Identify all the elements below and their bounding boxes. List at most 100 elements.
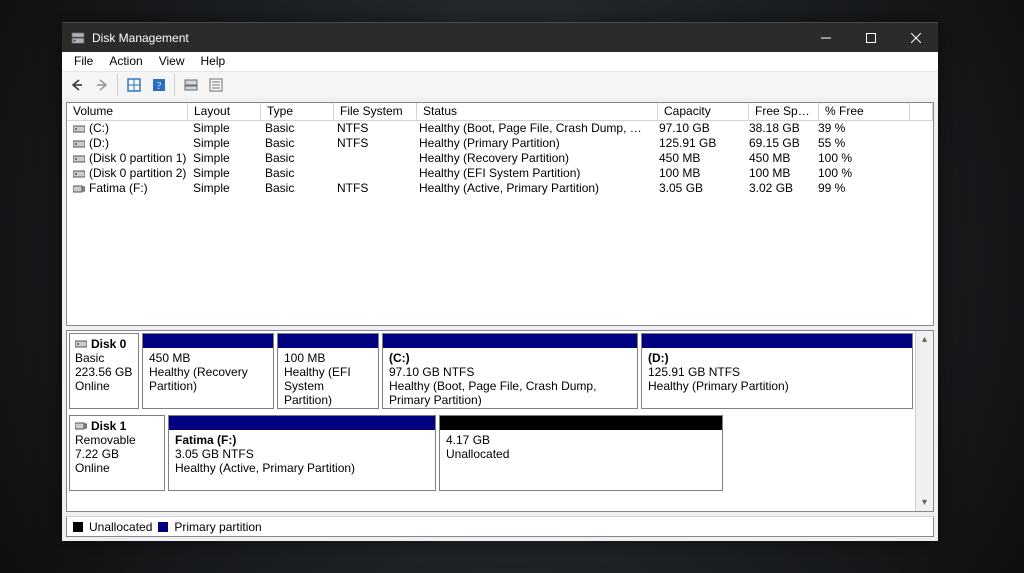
volume-list-body[interactable]: (C:)SimpleBasicNTFSHealthy (Boot, Page F… [67,121,933,325]
menu-view[interactable]: View [151,52,193,71]
forward-button[interactable] [89,73,114,97]
col-free[interactable]: Free Spa... [749,103,819,120]
cell-type: Basic [259,166,331,181]
partition[interactable]: (C:)97.10 GB NTFSHealthy (Boot, Page Fil… [382,333,638,409]
cell-capacity: 100 MB [653,166,743,181]
scroll-up-icon[interactable]: ▴ [916,331,933,348]
partition[interactable]: 100 MBHealthy (EFI System Partition) [277,333,379,409]
col-spacer [910,103,933,120]
col-volume[interactable]: Volume [67,103,188,120]
maximize-button[interactable] [848,23,893,52]
cell-layout: Simple [187,151,259,166]
partition[interactable]: (D:)125.91 GB NTFSHealthy (Primary Parti… [641,333,913,409]
disk-label[interactable]: Disk 0Basic223.56 GBOnline [69,333,139,409]
volume-list-header: Volume Layout Type File System Status Ca… [67,103,933,121]
cell-layout: Simple [187,181,259,196]
cell-status: Healthy (Active, Primary Partition) [413,181,653,196]
menu-file[interactable]: File [66,52,101,71]
legend-swatch-primary [158,522,168,532]
disk-partitions: 450 MBHealthy (Recovery Partition)100 MB… [142,333,913,409]
disk-partitions: Fatima (F:)3.05 GB NTFSHealthy (Active, … [168,415,913,491]
back-button[interactable] [64,73,89,97]
partition[interactable]: 4.17 GBUnallocated [439,415,723,491]
cell-pct: 100 % [812,166,902,181]
col-filesystem[interactable]: File System [334,103,417,120]
cell-fs: NTFS [331,121,413,136]
cell-volume: (Disk 0 partition 1) [67,151,187,166]
partition-stripe [642,334,912,348]
col-layout[interactable]: Layout [188,103,261,120]
cell-capacity: 125.91 GB [653,136,743,151]
menu-action[interactable]: Action [101,52,150,71]
partition-label: 450 MBHealthy (Recovery Partition) [143,348,273,408]
cell-volume: Fatima (F:) [67,181,187,196]
cell-fs [331,166,413,181]
cell-pct: 100 % [812,151,902,166]
cell-capacity: 97.10 GB [653,121,743,136]
cell-pct: 55 % [812,136,902,151]
disk-row: Disk 0Basic223.56 GBOnline450 MBHealthy … [69,333,913,409]
partition[interactable]: Fatima (F:)3.05 GB NTFSHealthy (Active, … [168,415,436,491]
disk-row: Disk 1Removable7.22 GBOnlineFatima (F:)3… [69,415,913,491]
col-type[interactable]: Type [261,103,334,120]
close-button[interactable] [893,23,938,52]
cell-type: Basic [259,151,331,166]
cell-layout: Simple [187,136,259,151]
cell-pct: 39 % [812,121,902,136]
table-row[interactable]: (D:)SimpleBasicNTFSHealthy (Primary Part… [67,136,933,151]
cell-status: Healthy (EFI System Partition) [413,166,653,181]
cell-free: 100 MB [743,166,812,181]
minimize-button[interactable] [803,23,848,52]
col-status[interactable]: Status [417,103,658,120]
disk-management-window: Disk Management File Action View Help ? … [62,22,938,541]
cell-layout: Simple [187,121,259,136]
cell-volume: (D:) [67,136,187,151]
partition-label: 100 MBHealthy (EFI System Partition) [278,348,378,408]
cell-fs: NTFS [331,181,413,196]
cell-type: Basic [259,136,331,151]
refresh-button[interactable] [121,73,146,97]
legend-primary: Primary partition [174,520,261,534]
help-button[interactable]: ? [146,73,171,97]
cell-volume: (C:) [67,121,187,136]
disk-label[interactable]: Disk 1Removable7.22 GBOnline [69,415,165,491]
app-icon [70,30,86,46]
col-capacity[interactable]: Capacity [658,103,749,120]
cell-free: 3.02 GB [743,181,812,196]
table-row[interactable]: Fatima (F:)SimpleBasicNTFSHealthy (Activ… [67,181,933,196]
graphical-content[interactable]: Disk 0Basic223.56 GBOnline450 MBHealthy … [67,331,915,511]
scroll-down-icon[interactable]: ▾ [916,494,933,511]
cell-status: Healthy (Primary Partition) [413,136,653,151]
partition-label: Fatima (F:)3.05 GB NTFSHealthy (Active, … [169,430,435,490]
disk-view-button[interactable] [178,73,203,97]
vertical-scrollbar[interactable]: ▴ ▾ [915,331,933,511]
col-pctfree[interactable]: % Free [819,103,910,120]
cell-free: 69.15 GB [743,136,812,151]
cell-layout: Simple [187,166,259,181]
legend-bar: Unallocated Primary partition [66,516,934,537]
legend-swatch-unallocated [73,522,83,532]
partition-stripe [169,416,435,430]
partition-stripe [383,334,637,348]
partition-stripe [278,334,378,348]
partition-label: (C:)97.10 GB NTFSHealthy (Boot, Page Fil… [383,348,637,408]
window-title: Disk Management [92,31,189,45]
properties-button[interactable] [203,73,228,97]
svg-text:?: ? [156,81,161,92]
cell-capacity: 450 MB [653,151,743,166]
menubar: File Action View Help [62,52,938,72]
titlebar[interactable]: Disk Management [62,23,938,52]
menu-help[interactable]: Help [193,52,234,71]
partition[interactable]: 450 MBHealthy (Recovery Partition) [142,333,274,409]
cell-fs [331,151,413,166]
table-row[interactable]: (Disk 0 partition 1)SimpleBasicHealthy (… [67,151,933,166]
table-row[interactable]: (C:)SimpleBasicNTFSHealthy (Boot, Page F… [67,121,933,136]
table-row[interactable]: (Disk 0 partition 2)SimpleBasicHealthy (… [67,166,933,181]
toolbar: ? [62,72,938,98]
partition-label: 4.17 GBUnallocated [440,430,722,490]
cell-free: 38.18 GB [743,121,812,136]
partition-stripe [143,334,273,348]
cell-type: Basic [259,121,331,136]
legend-unallocated: Unallocated [89,520,152,534]
cell-type: Basic [259,181,331,196]
